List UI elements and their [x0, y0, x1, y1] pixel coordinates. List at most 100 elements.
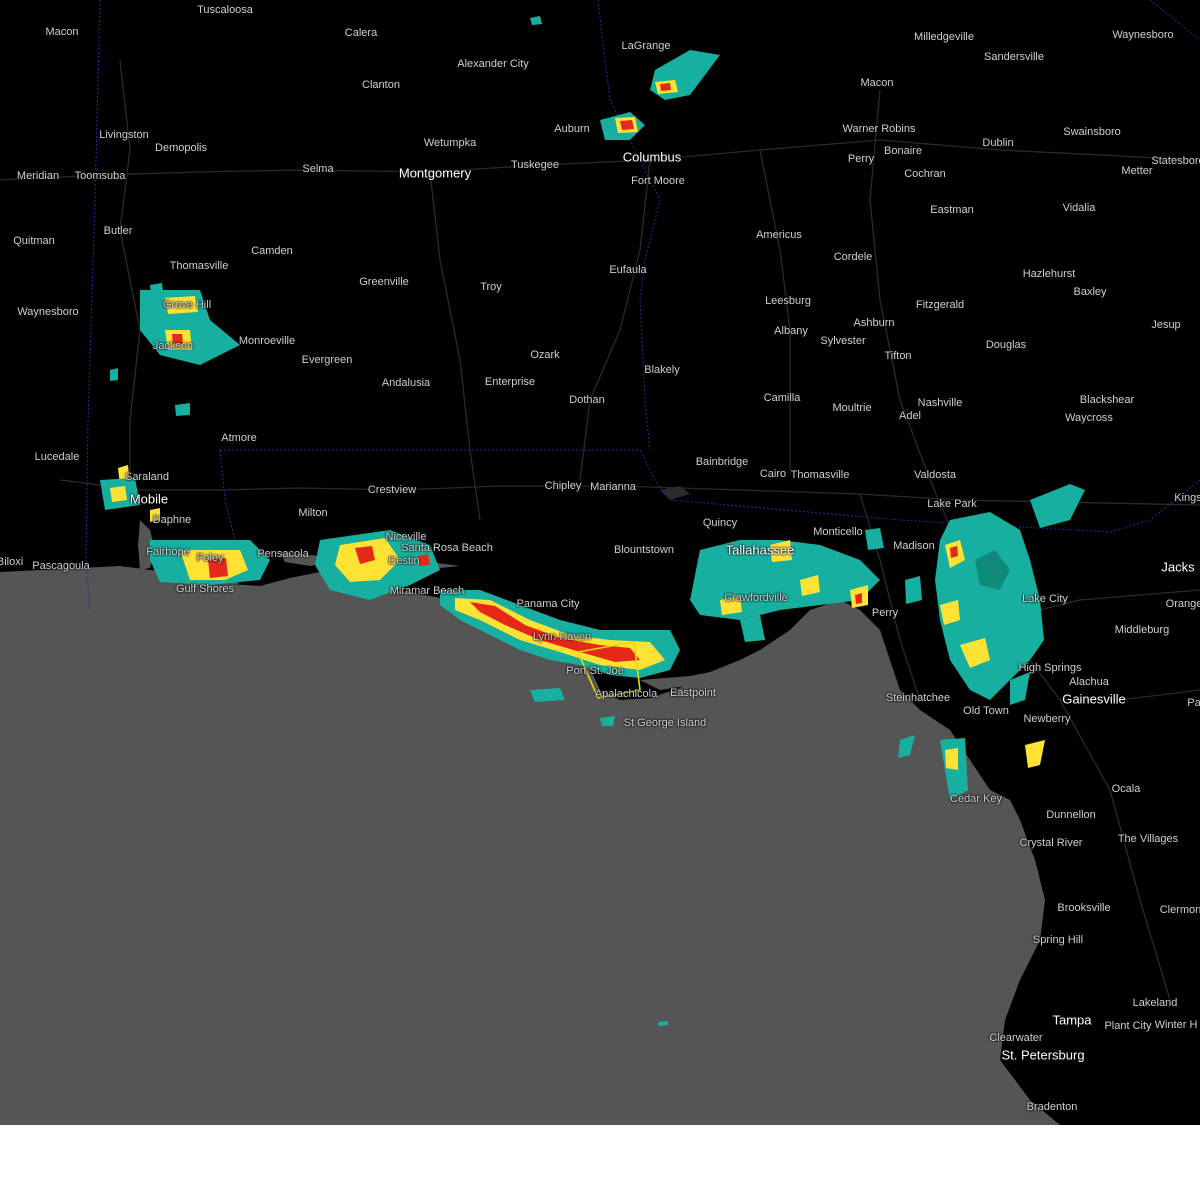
city-label: Tuskegee: [511, 159, 559, 171]
city-label: Blakely: [644, 364, 680, 376]
city-label: Meridian: [16, 170, 60, 182]
city-label: Demopolis: [155, 142, 207, 154]
city-label: Grove Hill: [162, 299, 212, 311]
city-label: The Villages: [1117, 833, 1179, 845]
city-label: Dothan: [569, 394, 605, 406]
city-label: Livingston: [99, 129, 149, 141]
city-label: Bradenton: [1026, 1101, 1078, 1113]
city-label: Fort Moore: [631, 175, 685, 187]
city-label: Valdosta: [914, 469, 956, 481]
city-label: Gainesville: [1062, 691, 1126, 707]
city-label: Quincy: [702, 517, 738, 529]
city-label: Macon: [860, 77, 894, 89]
city-label: Pa: [1187, 697, 1200, 709]
city-label: Mobile: [129, 491, 169, 507]
city-label: Tifton: [884, 350, 912, 362]
city-label: Swainsboro: [1063, 126, 1121, 138]
city-label: Metter: [1121, 165, 1153, 177]
city-label: Eufaula: [609, 264, 647, 276]
city-label: Lucedale: [34, 451, 80, 463]
city-label: Fairhope: [146, 546, 190, 558]
city-label: Atmore: [221, 432, 257, 444]
city-label: Evergreen: [301, 354, 353, 366]
city-label: Cedar Key: [950, 793, 1002, 805]
city-label: Thomasville: [169, 260, 229, 272]
city-label: Ocala: [1111, 783, 1141, 795]
city-label: Columbus: [622, 149, 682, 165]
city-label: Clearwater: [989, 1032, 1043, 1044]
city-label: Alexander City: [457, 58, 529, 70]
city-label: Auburn: [554, 123, 590, 135]
city-label: Spring Hill: [1032, 934, 1084, 946]
city-label: Orange: [1165, 598, 1200, 610]
city-label: Leesburg: [765, 295, 811, 307]
city-label: Eastman: [930, 204, 974, 216]
city-label: Andalusia: [381, 377, 431, 389]
city-label: Winter H: [1154, 1019, 1198, 1031]
city-label: Perry: [871, 607, 899, 619]
city-label: LaGrange: [621, 40, 671, 52]
city-label: Perry: [847, 153, 875, 165]
radar-map[interactable]: Tuscaloosa Macon Calera LaGrange Milledgevil…: [0, 0, 1200, 1125]
city-label: Enterprise: [484, 376, 536, 388]
city-label: Sandersville: [984, 51, 1044, 63]
city-label: Statesboro: [1151, 155, 1200, 167]
city-label: Baxley: [1073, 286, 1107, 298]
city-label: Warner Robins: [842, 123, 916, 135]
city-label: Crystal River: [1019, 837, 1083, 849]
city-label: Blackshear: [1079, 394, 1135, 406]
city-label: Tampa: [1052, 1012, 1092, 1028]
city-label: Wetumpka: [423, 137, 477, 149]
city-label: Clermont: [1159, 904, 1200, 916]
city-label: High Springs: [1018, 662, 1082, 674]
city-label: Madison: [893, 540, 935, 552]
city-label: Saraland: [124, 471, 170, 483]
city-label: Port St. Joe: [566, 665, 624, 677]
city-label: Marianna: [590, 481, 636, 493]
city-label: Lakeland: [1132, 997, 1178, 1009]
city-label: Pensacola: [257, 548, 309, 560]
city-label: Albany: [774, 325, 808, 337]
city-label: Thomasville: [790, 469, 850, 481]
city-label: Gulf Shores: [175, 583, 235, 595]
city-label: Santa Rosa Beach: [401, 542, 493, 554]
city-label: Waynesboro: [17, 306, 79, 318]
city-label: Montgomery: [398, 165, 472, 181]
city-label: Americus: [756, 229, 802, 241]
city-label: Camilla: [763, 392, 801, 404]
city-label: Greenville: [359, 276, 409, 288]
city-label: Lake City: [1022, 593, 1068, 605]
city-label: Selma: [302, 163, 334, 175]
city-label: Bonaire: [884, 145, 922, 157]
state-borders: [85, 0, 1200, 613]
city-label: Lynn Haven: [532, 631, 592, 643]
city-label: Jesup: [1151, 319, 1181, 331]
city-label: Blountstown: [614, 544, 674, 556]
city-label: Chipley: [544, 480, 582, 492]
city-label: Ashburn: [853, 317, 895, 329]
city-label: Vidalia: [1062, 202, 1096, 214]
city-label: Calera: [344, 27, 378, 39]
city-label: Tuscaloosa: [197, 4, 253, 16]
city-label: St George Island: [623, 717, 707, 729]
city-label: Sylvester: [820, 335, 866, 347]
city-label: Troy: [480, 281, 502, 293]
city-label: Nashville: [917, 397, 963, 409]
city-label: Monroeville: [238, 335, 296, 347]
city-label: Jackson: [152, 340, 194, 352]
city-label: Old Town: [963, 705, 1009, 717]
city-label: Ozark: [530, 349, 560, 361]
city-label: Alachua: [1069, 676, 1109, 688]
city-label: Miramar Beach: [389, 585, 465, 597]
city-label: Kings: [1174, 492, 1200, 504]
city-label: Fitzgerald: [915, 299, 965, 311]
city-label: Monticello: [813, 526, 863, 538]
city-label: Destin: [388, 555, 420, 567]
city-label: Dublin: [982, 137, 1014, 149]
city-label: Middleburg: [1114, 624, 1170, 636]
city-label: St. Petersburg: [1001, 1047, 1085, 1063]
city-label: Steinhatchee: [885, 692, 951, 704]
city-label: Waynesboro: [1112, 29, 1174, 41]
city-label: Milton: [298, 507, 328, 519]
city-label: Cairo: [759, 468, 787, 480]
